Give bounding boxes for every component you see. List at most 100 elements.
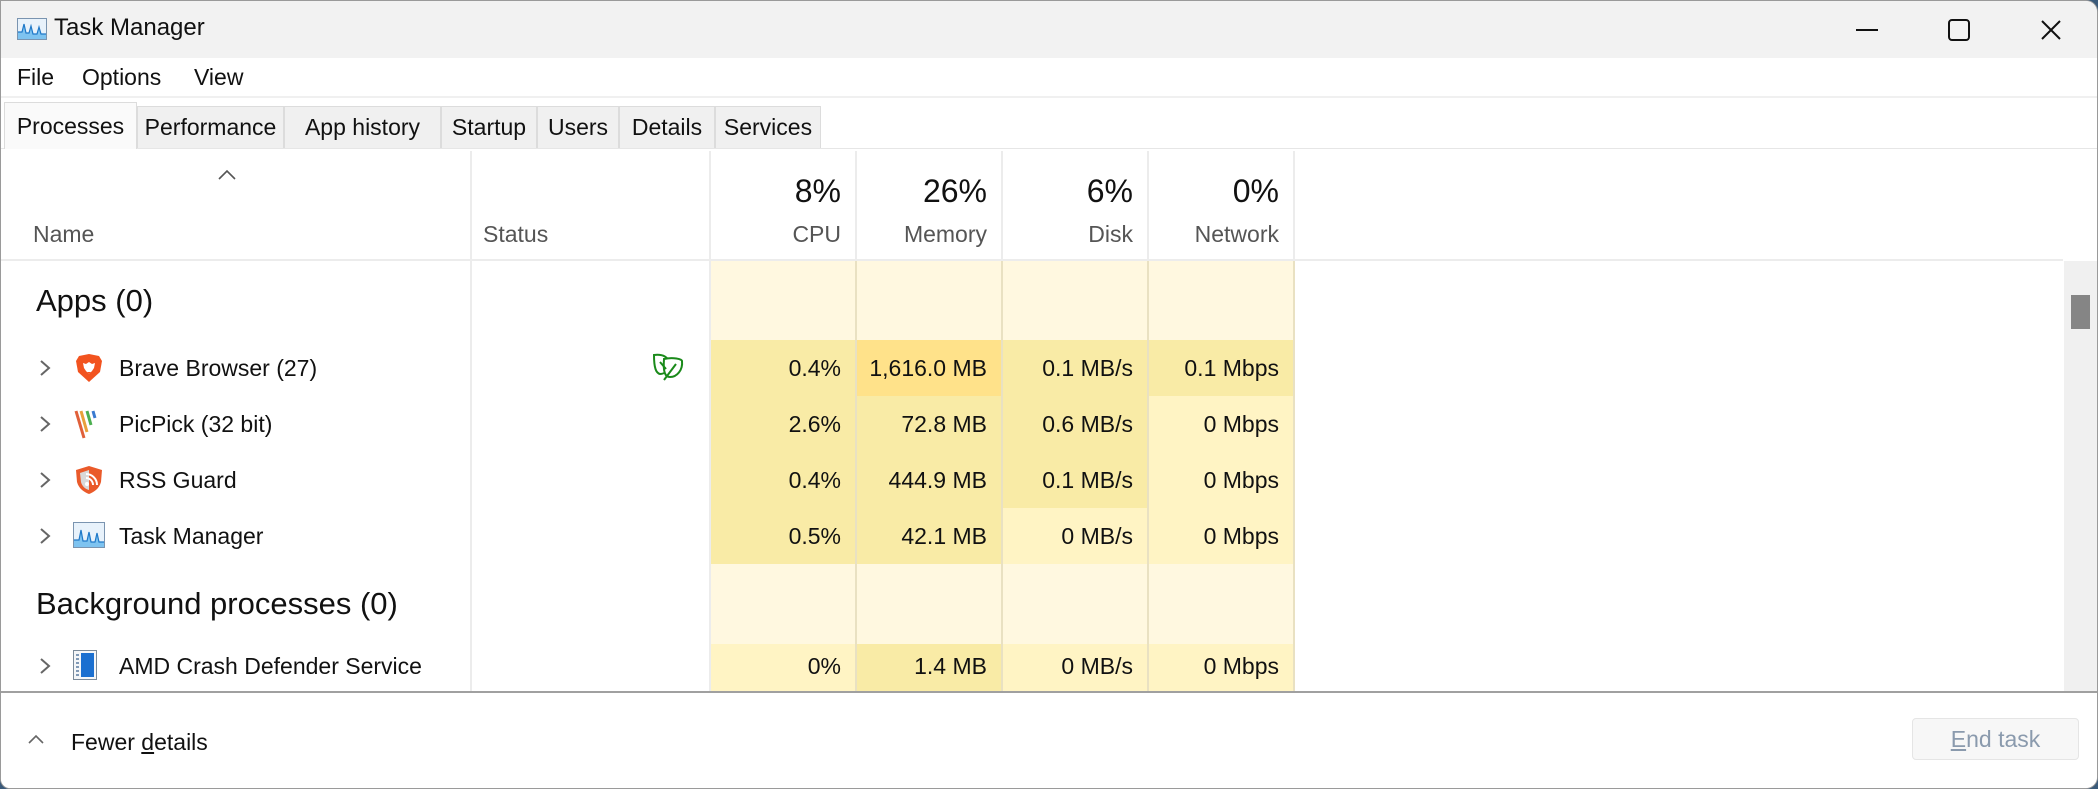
- memory-cell: 72.8 MB: [857, 396, 1003, 452]
- column-header-memory[interactable]: 26% Memory: [857, 151, 1003, 259]
- end-task-label: nd task: [1966, 725, 2041, 752]
- column-header-status[interactable]: Status: [472, 151, 711, 259]
- picpick-icon: [74, 410, 97, 439]
- maximize-button[interactable]: [1913, 1, 2005, 58]
- process-table: Name Status 8% CPU 26% Memory 6% Disk 0%…: [1, 151, 2063, 691]
- memory-total: 26%: [922, 173, 987, 209]
- process-name: AMD Crash Defender Service: [119, 653, 422, 679]
- rss-guard-icon: [76, 466, 102, 494]
- column-label-memory: Memory: [903, 221, 987, 247]
- expand-chevron-icon[interactable]: [39, 415, 51, 433]
- cpu-total: 8%: [794, 173, 841, 209]
- cpu-cell: 2.6%: [711, 396, 857, 452]
- tab-users[interactable]: Users: [537, 106, 619, 148]
- disk-cell: 0.1 MB/s: [1003, 452, 1149, 508]
- scrollbar-thumb[interactable]: [2071, 295, 2090, 329]
- group-label: Background processes (0): [36, 586, 398, 621]
- cpu-cell: 0.4%: [711, 340, 857, 396]
- tab-services[interactable]: Services: [715, 106, 821, 148]
- disk-cell: 0.1 MB/s: [1003, 340, 1149, 396]
- tab-performance[interactable]: Performance: [137, 106, 284, 148]
- menu-bar: File Options View: [1, 58, 2097, 98]
- process-row[interactable]: RSS Guard 0.4% 444.9 MB 0.1 MB/s 0 Mbps: [1, 452, 2063, 508]
- process-row[interactable]: Task Manager 0.5% 42.1 MB 0 MB/s 0 Mbps: [1, 508, 2063, 564]
- process-row[interactable]: AMD Crash Defender Service 0% 1.4 MB 0 M…: [1, 644, 2063, 691]
- column-header-network[interactable]: 0% Network: [1149, 151, 1295, 259]
- expand-chevron-icon[interactable]: [39, 359, 51, 377]
- group-cell: [1003, 564, 1149, 644]
- expand-chevron-icon[interactable]: [39, 527, 51, 545]
- group-cell: [711, 261, 857, 340]
- group-cell: [1149, 261, 1295, 340]
- footer-bar: Fewer details End task: [1, 691, 2097, 788]
- group-label: Apps (0): [36, 283, 154, 318]
- fewer-details-link[interactable]: Fewer details: [71, 729, 208, 756]
- fewer-details-text: etails: [154, 729, 208, 755]
- task-manager-app-icon: [17, 18, 47, 40]
- group-header-apps: Apps (0): [1, 261, 2063, 340]
- column-divider: [709, 151, 711, 691]
- cpu-cell: 0%: [711, 644, 857, 691]
- column-divider: [470, 151, 472, 691]
- tab-processes[interactable]: Processes: [4, 102, 137, 149]
- process-name: Brave Browser (27): [119, 355, 318, 381]
- memory-cell: 1,616.0 MB: [857, 340, 1003, 396]
- tab-details[interactable]: Details: [619, 106, 715, 148]
- column-header-disk[interactable]: 6% Disk: [1003, 151, 1149, 259]
- close-button[interactable]: [2005, 1, 2097, 58]
- expand-chevron-icon[interactable]: [39, 657, 51, 675]
- chevron-up-icon[interactable]: [27, 733, 45, 745]
- end-task-button[interactable]: End task: [1912, 718, 2079, 760]
- efficiency-mode-leaf-icon: [652, 353, 684, 381]
- network-cell: 0 Mbps: [1149, 396, 1295, 452]
- menu-options[interactable]: Options: [82, 64, 161, 91]
- cpu-cell: 0.5%: [711, 508, 857, 564]
- column-header-cpu[interactable]: 8% CPU: [711, 151, 857, 259]
- disk-cell: 0.6 MB/s: [1003, 396, 1149, 452]
- maximize-icon: [1948, 18, 1970, 41]
- accelerator-key: E: [1950, 725, 1967, 752]
- process-name: Task Manager: [119, 523, 264, 549]
- network-cell: 0 Mbps: [1149, 452, 1295, 508]
- network-total: 0%: [1232, 173, 1279, 209]
- tab-strip: Processes Performance App history Startu…: [1, 98, 2097, 149]
- network-cell: 0.1 Mbps: [1149, 340, 1295, 396]
- brave-icon: [76, 354, 102, 382]
- disk-cell: 0 MB/s: [1003, 644, 1149, 691]
- column-header-name[interactable]: Name: [1, 151, 472, 259]
- menu-view[interactable]: View: [194, 64, 243, 91]
- window-title: Task Manager: [54, 14, 205, 41]
- close-icon: [2041, 19, 2061, 40]
- memory-cell: 1.4 MB: [857, 644, 1003, 691]
- memory-cell: 444.9 MB: [857, 452, 1003, 508]
- sort-ascending-icon: [218, 169, 236, 180]
- menu-file[interactable]: File: [17, 64, 54, 91]
- minimize-icon: [1856, 28, 1878, 31]
- disk-cell: 0 MB/s: [1003, 508, 1149, 564]
- column-label-status: Status: [483, 221, 549, 247]
- column-label-network: Network: [1194, 221, 1279, 247]
- process-row[interactable]: PicPick (32 bit) 2.6% 72.8 MB 0.6 MB/s 0…: [1, 396, 2063, 452]
- tab-startup[interactable]: Startup: [441, 106, 537, 148]
- group-header-background-processes: Background processes (0): [1, 564, 2063, 644]
- column-label-disk: Disk: [1088, 221, 1133, 247]
- network-cell: 0 Mbps: [1149, 644, 1295, 691]
- fewer-details-text: Fewer: [71, 729, 142, 755]
- minimize-button[interactable]: [1821, 1, 1913, 58]
- process-name: PicPick (32 bit): [119, 411, 273, 437]
- service-app-icon: [73, 650, 97, 680]
- group-cell: [857, 564, 1003, 644]
- disk-total: 6%: [1086, 173, 1133, 209]
- process-row[interactable]: Brave Browser (27) 0.4% 1,616.0 MB 0.1 M…: [1, 340, 2063, 396]
- group-cell: [857, 261, 1003, 340]
- column-label-cpu: CPU: [792, 221, 841, 247]
- expand-chevron-icon[interactable]: [39, 471, 51, 489]
- tab-app-history[interactable]: App history: [284, 106, 441, 148]
- accelerator-key: d: [141, 729, 155, 755]
- title-bar: Task Manager: [1, 1, 2097, 58]
- column-label-name: Name: [33, 221, 95, 247]
- group-cell: [1003, 261, 1149, 340]
- task-manager-window: Task Manager File Options View Processes…: [0, 0, 2098, 789]
- group-cell: [711, 564, 857, 644]
- cpu-cell: 0.4%: [711, 452, 857, 508]
